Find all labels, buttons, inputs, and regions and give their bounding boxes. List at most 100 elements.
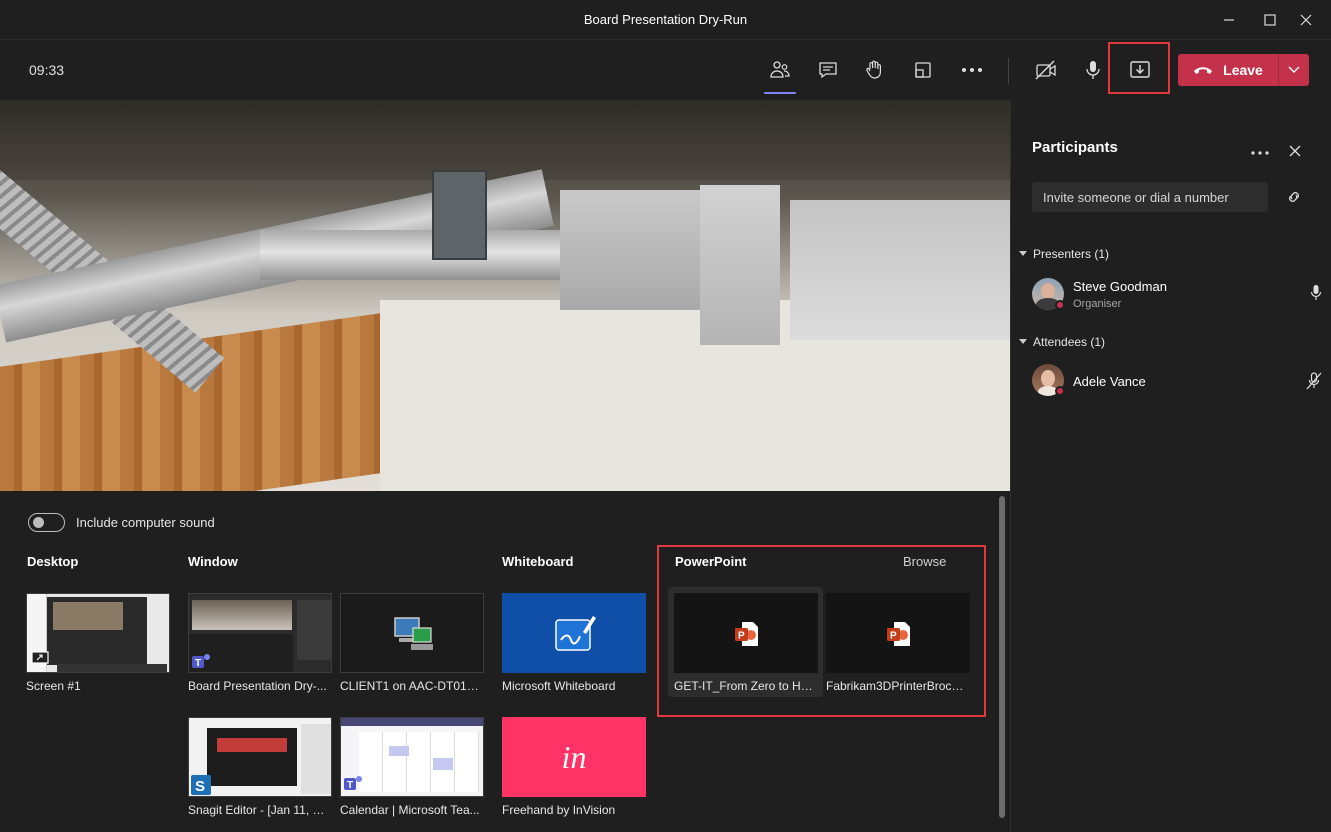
mic-toggle-button[interactable]: [1078, 56, 1108, 84]
chat-icon: [819, 62, 837, 79]
minimize-icon: [1224, 19, 1234, 21]
maximize-icon: [1264, 14, 1276, 26]
camera-toggle-button[interactable]: [1031, 56, 1061, 84]
participant-row[interactable]: Adele Vance: [1032, 362, 1322, 402]
chevron-down-icon: [1288, 66, 1300, 73]
invision-logo: in: [561, 738, 587, 775]
participants-more-button[interactable]: [1251, 142, 1269, 160]
meeting-clock: 09:33: [29, 62, 65, 78]
share-invite-link-button[interactable]: [1285, 189, 1303, 210]
participant-name: Steve Goodman: [1073, 279, 1167, 294]
tile-caption: Freehand by InVision: [502, 803, 616, 817]
meeting-toolbar: 09:33: [0, 40, 1331, 100]
tile-caption: Calendar | Microsoft Tea...: [340, 803, 480, 817]
whiteboard-app-icon: [555, 616, 596, 651]
close-icon: [1300, 14, 1312, 26]
show-participants-button[interactable]: [764, 56, 796, 94]
window-thumbnail: [340, 593, 484, 673]
toolbar-divider: [1008, 58, 1009, 84]
video-duct-upper: [260, 230, 560, 280]
chevron-down-icon: [1019, 251, 1027, 256]
close-panel-button[interactable]: [1289, 144, 1301, 162]
chevron-down-icon: [1019, 339, 1027, 344]
teams-app-icon: T: [344, 776, 362, 791]
share-tile-window-teams[interactable]: T Board Presentation Dry-...: [188, 593, 332, 693]
participants-title: Participants: [1032, 139, 1118, 156]
window-title: Board Presentation Dry-Run: [583, 12, 748, 27]
share-tile-freehand-invision[interactable]: in Freehand by InVision: [502, 717, 646, 817]
participant-mic-status: [1310, 284, 1322, 307]
window-thumbnail: T: [188, 593, 332, 673]
participants-panel: Participants Presenters (1) Steve Goodma…: [1010, 100, 1331, 832]
svg-text:S: S: [195, 778, 205, 795]
leave-options-button[interactable]: [1279, 54, 1309, 86]
raise-hand-button[interactable]: [860, 56, 890, 84]
tile-caption: Board Presentation Dry-...: [188, 679, 327, 693]
share-tile-window-rdp[interactable]: CLIENT1 on AAC-DT01 - ...: [340, 593, 484, 693]
screen-thumbnail: [26, 593, 170, 673]
tile-caption: Screen #1: [26, 679, 81, 693]
section-window: Window: [188, 554, 238, 569]
tile-caption: CLIENT1 on AAC-DT01 - ...: [340, 679, 480, 693]
presence-badge: [1055, 300, 1065, 310]
invision-thumbnail: in: [502, 717, 646, 797]
video-hvac-box-right: [790, 200, 1010, 340]
presence-badge: [1055, 386, 1065, 396]
include-sound-toggle[interactable]: [28, 513, 65, 532]
leave-label: Leave: [1223, 62, 1263, 78]
share-tile-microsoft-whiteboard[interactable]: Microsoft Whiteboard: [502, 593, 646, 693]
more-actions-button[interactable]: [957, 56, 987, 84]
leave-button[interactable]: Leave: [1178, 54, 1278, 86]
video-hvac-box-tall: [700, 185, 780, 345]
share-button-highlight: [1108, 42, 1170, 94]
close-icon: [1289, 145, 1301, 157]
tile-caption: Microsoft Whiteboard: [502, 679, 616, 693]
change-view-button[interactable]: [908, 56, 938, 84]
hang-up-icon: [1194, 67, 1213, 74]
invite-input[interactable]: [1032, 182, 1268, 212]
window-thumbnail: T: [340, 717, 484, 797]
include-sound-label: Include computer sound: [76, 515, 215, 530]
teams-app-icon: T: [192, 654, 210, 669]
video-stage: [0, 100, 1010, 491]
whiteboard-thumbnail: [502, 593, 646, 673]
participant-role: Organiser: [1073, 298, 1122, 310]
microphone-icon: [1310, 285, 1322, 300]
title-bar: Board Presentation Dry-Run: [0, 0, 1331, 40]
share-tray-scrollbar[interactable]: [999, 496, 1005, 818]
share-tile-window-snagit[interactable]: S Snagit Editor - [Jan 11, 2...: [188, 717, 332, 817]
presenters-label: Presenters (1): [1033, 247, 1110, 261]
share-tile-screen[interactable]: Screen #1: [26, 593, 170, 693]
video-control-unit: [432, 170, 487, 260]
participant-row[interactable]: Steve Goodman Organiser: [1032, 276, 1322, 316]
powerpoint-section-highlight: [657, 545, 986, 717]
microphone-icon: [1086, 61, 1100, 79]
participant-mic-status: [1306, 372, 1322, 395]
link-icon: [1289, 192, 1299, 202]
snagit-app-icon: S: [191, 775, 211, 795]
microphone-muted-icon: [1306, 372, 1322, 390]
raise-hand-icon: [866, 60, 881, 79]
section-desktop: Desktop: [27, 554, 79, 569]
attendees-group-header[interactable]: Attendees (1): [1019, 335, 1105, 349]
participant-name: Adele Vance: [1073, 374, 1146, 389]
toggle-knob: [33, 517, 44, 528]
window-thumbnail: S: [188, 717, 332, 797]
more-icon: [962, 68, 982, 72]
section-whiteboard: Whiteboard: [502, 554, 574, 569]
screen-share-icon: [31, 651, 49, 667]
people-icon: [770, 61, 790, 78]
maximize-button[interactable]: [1255, 8, 1285, 32]
video-hvac-box: [560, 190, 710, 310]
close-window-button[interactable]: [1291, 8, 1321, 32]
presenters-group-header[interactable]: Presenters (1): [1019, 247, 1109, 261]
share-tile-window-calendar[interactable]: T Calendar | Microsoft Tea...: [340, 717, 484, 817]
layout-icon: [915, 62, 931, 78]
show-conversation-button[interactable]: [813, 56, 843, 84]
minimize-button[interactable]: [1214, 8, 1244, 32]
attendees-label: Attendees (1): [1033, 335, 1106, 349]
leave-button-group: Leave: [1178, 54, 1309, 86]
tile-caption: Snagit Editor - [Jan 11, 2...: [188, 803, 328, 817]
remote-desktop-icon: [394, 617, 433, 650]
video-ceiling: [0, 100, 1010, 180]
